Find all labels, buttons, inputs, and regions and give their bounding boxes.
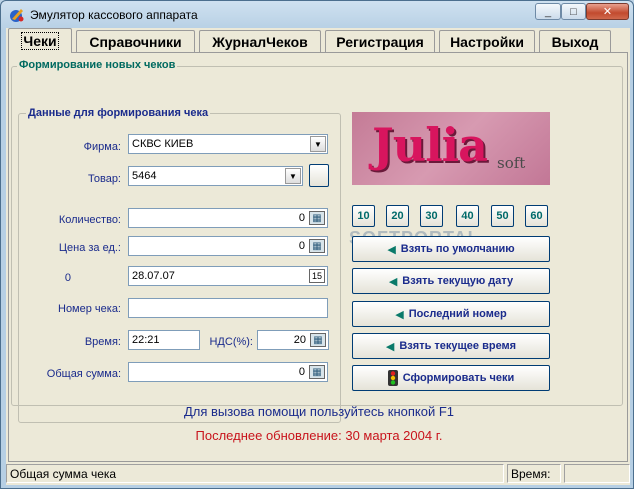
- price-label: Цена за ед.:: [58, 242, 121, 254]
- firma-value: СКВС КИЕВ: [132, 138, 194, 150]
- tab-settings[interactable]: Настройки: [439, 30, 535, 52]
- date-label: 0: [64, 272, 71, 284]
- tab-exit[interactable]: Выход: [539, 30, 611, 52]
- quick-button-20[interactable]: 20: [386, 205, 409, 227]
- take-default-label: Взять по умолчанию: [400, 243, 515, 255]
- traffic-light-icon: [387, 370, 398, 386]
- check-number-field[interactable]: [128, 298, 328, 318]
- app-window: Эмулятор кассового аппарата _ □ ✕ Чеки С…: [0, 0, 634, 489]
- inner-group-title: Данные для формирования чека: [26, 107, 211, 119]
- date-value: 28.07.07: [132, 270, 175, 282]
- tab-registration-label: Регистрация: [336, 33, 424, 50]
- arrow-left-icon: ◀: [395, 308, 404, 321]
- quick-button-40[interactable]: 40: [456, 205, 479, 227]
- minimize-button[interactable]: _: [535, 3, 561, 20]
- tab-checks[interactable]: Чеки: [8, 28, 72, 53]
- vat-value: 20: [293, 334, 306, 346]
- calculator-icon[interactable]: ▦: [309, 365, 325, 379]
- last-update-note: Последнее обновление: 30 марта 2004 г.: [195, 428, 443, 443]
- close-icon: ✕: [602, 6, 613, 18]
- outer-group-title: Формирование новых чеков: [17, 59, 178, 71]
- arrow-left-icon: ◀: [388, 275, 398, 288]
- tovar-value: 5464: [132, 170, 157, 182]
- chevron-down-icon[interactable]: ▼: [310, 136, 326, 152]
- vat-field[interactable]: 20 ▦: [257, 330, 329, 350]
- calendar-icon[interactable]: 15: [309, 269, 325, 283]
- firma-select[interactable]: СКВС КИЕВ ▼: [128, 134, 328, 154]
- chevron-down-icon[interactable]: ▼: [285, 168, 301, 184]
- tovar-label: Товар:: [88, 173, 121, 185]
- take-current-date-button[interactable]: ◀ Взять текущую дату: [352, 268, 550, 294]
- window-title: Эмулятор кассового аппарата: [30, 8, 198, 22]
- calculator-icon[interactable]: ▦: [310, 333, 326, 347]
- tab-journal[interactable]: ЖурналЧеков: [199, 30, 321, 52]
- tovar-browse-button[interactable]: [309, 164, 329, 187]
- date-field[interactable]: 28.07.07 15: [128, 266, 328, 286]
- generate-checks-button[interactable]: Сформировать чеки: [352, 365, 550, 391]
- tab-settings-label: Настройки: [450, 33, 524, 50]
- status-total-cell: Общая сумма чека: [6, 464, 504, 483]
- quantity-field[interactable]: 0 ▦: [128, 208, 328, 228]
- tab-journal-label: ЖурналЧеков: [212, 33, 308, 50]
- time-label: Время:: [84, 336, 121, 348]
- take-current-time-button[interactable]: ◀ Взять текущее время: [352, 333, 550, 359]
- take-current-time-label: Взять текущее время: [399, 340, 517, 352]
- tab-registration[interactable]: Регистрация: [325, 30, 435, 52]
- logo-sub-text: soft: [497, 154, 526, 172]
- tab-exit-label: Выход: [551, 33, 599, 50]
- status-bar: Общая сумма чека Время:: [6, 464, 630, 483]
- julia-soft-logo: Julia soft: [352, 112, 550, 185]
- check-number-label: Номер чека:: [58, 303, 121, 315]
- status-time-cell: Время:: [507, 464, 561, 483]
- time-value: 22:21: [132, 334, 160, 346]
- last-number-label: Последний номер: [408, 308, 507, 320]
- tab-checks-label: Чеки: [21, 32, 59, 50]
- maximize-icon: □: [570, 5, 577, 18]
- total-field[interactable]: 0 ▦: [128, 362, 328, 382]
- generate-checks-label: Сформировать чеки: [402, 372, 515, 384]
- app-icon: [10, 9, 24, 22]
- tab-directories[interactable]: Справочники: [76, 30, 195, 52]
- client-area: Чеки Справочники ЖурналЧеков Регистрация…: [6, 28, 630, 485]
- time-field[interactable]: 22:21: [128, 330, 200, 350]
- take-current-date-label: Взять текущую дату: [402, 275, 514, 287]
- vat-label: НДС(%):: [209, 336, 253, 348]
- tovar-select[interactable]: 5464 ▼: [128, 166, 303, 186]
- quick-button-30[interactable]: 30: [420, 205, 443, 227]
- price-field[interactable]: 0 ▦: [128, 236, 328, 256]
- title-bar: Эмулятор кассового аппарата _ □ ✕: [1, 1, 633, 28]
- tab-directories-label: Справочники: [89, 33, 182, 50]
- total-value: 0: [298, 366, 305, 378]
- total-label: Общая сумма:: [46, 368, 121, 380]
- close-button[interactable]: ✕: [586, 3, 629, 20]
- quick-button-60[interactable]: 60: [525, 205, 548, 227]
- status-extra-cell: [564, 464, 630, 483]
- firma-label: Фирма:: [83, 141, 121, 153]
- help-hint: Для вызова помощи пользуйтесь кнопкой F1: [183, 404, 455, 419]
- calculator-icon[interactable]: ▦: [309, 211, 325, 225]
- last-number-button[interactable]: ◀ Последний номер: [352, 301, 550, 327]
- arrow-left-icon: ◀: [387, 243, 396, 256]
- tab-panel-checks: Формирование новых чеков Данные для форм…: [8, 52, 628, 462]
- price-value: 0: [298, 240, 305, 252]
- arrow-left-icon: ◀: [385, 340, 395, 353]
- quick-button-10[interactable]: 10: [352, 205, 375, 227]
- quantity-value: 0: [298, 212, 305, 224]
- calculator-icon[interactable]: ▦: [309, 239, 325, 253]
- maximize-button[interactable]: □: [561, 3, 586, 20]
- logo-main-text: Julia: [372, 118, 488, 172]
- take-default-button[interactable]: ◀ Взять по умолчанию: [352, 236, 550, 262]
- minimize-icon: _: [544, 5, 552, 18]
- quick-button-50[interactable]: 50: [491, 205, 514, 227]
- quantity-label: Количество:: [58, 214, 121, 226]
